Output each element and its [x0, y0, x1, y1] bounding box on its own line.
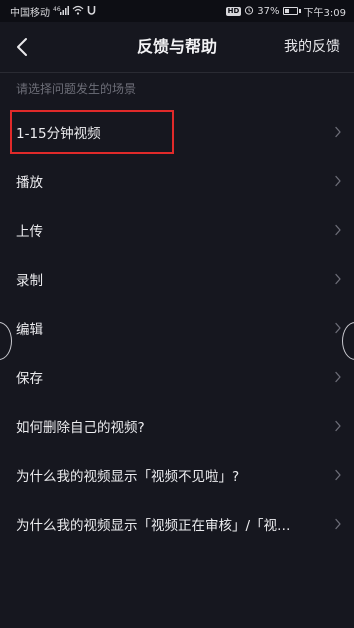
list-item[interactable]: 编辑 — [0, 303, 354, 352]
list-item[interactable]: 录制 — [0, 254, 354, 303]
status-right: HD 37% 下午3:09 — [225, 4, 346, 19]
list-item-label: 编辑 — [16, 321, 43, 338]
list-item[interactable]: 为什么我的视频显示「视频不见啦」? — [0, 450, 354, 499]
list-item-label: 为什么我的视频显示「视频不见啦」? — [16, 468, 240, 485]
chevron-right-icon — [335, 273, 341, 284]
list-item-label: 为什么我的视频显示「视频正在审核」/「视… — [16, 517, 291, 534]
chevron-right-icon — [335, 224, 341, 235]
svg-text:46: 46 — [53, 6, 61, 13]
list-item[interactable]: 如何删除自己的视频? — [0, 401, 354, 450]
chevron-right-icon — [335, 469, 341, 480]
app-notification-icon — [87, 5, 96, 18]
list-item[interactable]: 为什么我的视频显示「视频正在审核」/「视… — [0, 499, 354, 548]
list-item-label: 播放 — [16, 174, 43, 191]
chevron-left-icon — [17, 38, 27, 56]
list-item[interactable]: 播放 — [0, 156, 354, 205]
scene-list: 1-15分钟视频 播放上传录制编辑保存如何删除自己的视频? 为什么我的视频显示「视频… — [0, 107, 354, 548]
list-item[interactable]: 保存 — [0, 352, 354, 401]
clock-time: 下午3:09 — [303, 7, 346, 19]
chevron-right-icon — [335, 518, 341, 529]
list-item-label: 录制 — [16, 272, 43, 289]
chevron-right-icon — [335, 322, 341, 333]
section-header: 请选择问题发生的场景 — [0, 72, 354, 106]
chevron-right-icon — [335, 371, 341, 382]
list-item-label: 保存 — [16, 370, 43, 387]
status-left: 中国移动 46 — [10, 4, 96, 19]
battery-percent: 37% — [257, 5, 280, 17]
signal-icon: 46 — [53, 5, 69, 18]
nav-bar: 反馈与帮助 我的反馈 — [0, 22, 354, 72]
list-item-label: 1-15分钟视频 — [16, 125, 101, 142]
back-button[interactable] — [4, 29, 40, 65]
my-feedback-button[interactable]: 我的反馈 — [284, 22, 340, 72]
chevron-right-icon — [335, 175, 341, 186]
alarm-icon — [244, 5, 254, 18]
list-item-label: 如何删除自己的视频? — [16, 419, 145, 436]
list-item[interactable]: 1-15分钟视频 — [0, 107, 354, 156]
list-item-label: 上传 — [16, 223, 43, 240]
carrier-label: 中国移动 — [10, 7, 50, 19]
list-item[interactable]: 上传 — [0, 205, 354, 254]
chevron-right-icon — [335, 420, 341, 431]
hd-badge: HD — [225, 6, 242, 16]
status-bar: 中国移动 46 HD 37% 下午3:09 — [0, 0, 354, 22]
chevron-right-icon — [335, 126, 341, 137]
battery-icon — [282, 7, 301, 15]
wifi-icon — [72, 5, 84, 18]
